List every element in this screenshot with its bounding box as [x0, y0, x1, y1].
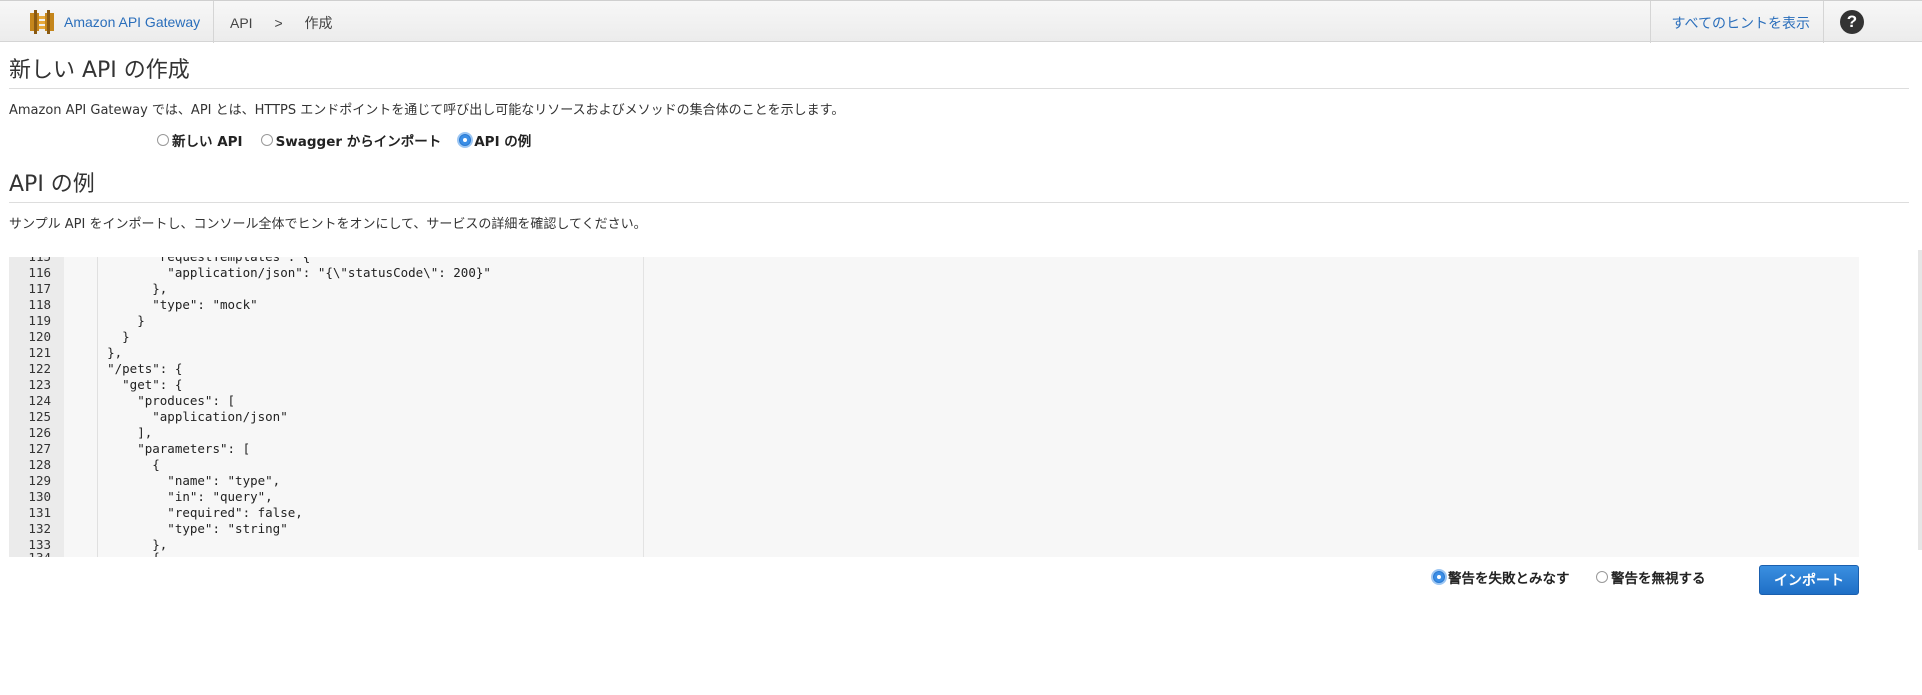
line-number: 116 [28, 265, 51, 280]
treat-warnings-as-failures-radio[interactable]: 警告を失敗とみなす [1433, 567, 1570, 587]
code-line: 132 "type": "string" [9, 521, 287, 537]
swagger-code-editor[interactable]: 115 "requestTemplates": { 116 "applicati… [9, 257, 1859, 557]
code-line: 125 "application/json" [9, 409, 287, 425]
page-description: Amazon API Gateway では、API とは、HTTPS エンドポイ… [9, 103, 845, 118]
scrollbar[interactable] [1918, 250, 1922, 550]
section-description: サンプル API をインポートし、コンソール全体でヒントをオンにして、サービスの… [9, 217, 647, 232]
example-api-radio[interactable]: API の例 [459, 130, 531, 150]
code-text: }, [77, 281, 168, 296]
partial-line: 115 "requestTemplates": { [9, 257, 310, 265]
code-text: "required": false, [77, 505, 303, 520]
breadcrumb-separator: > [274, 15, 283, 31]
code-line: 120 } [9, 329, 129, 345]
divider [1650, 1, 1651, 43]
code-text: "get": { [77, 377, 183, 392]
code-text: } [77, 329, 130, 344]
line-number: 121 [28, 345, 51, 360]
top-navigation-bar: Amazon API Gateway API > 作成 すべてのヒントを表示 ? [0, 0, 1922, 43]
brand-name: Amazon API Gateway [64, 14, 201, 30]
radio-selected-icon[interactable] [459, 134, 472, 146]
code-text: "application/json": "{\"statusCode\": 20… [77, 265, 491, 280]
radio-circle-icon[interactable] [1596, 571, 1608, 583]
breadcrumb-create: 作成 [304, 15, 333, 31]
divider [9, 202, 1909, 203]
partial-line: 134 { [9, 550, 159, 557]
code-line: 124 "produces": [ [9, 393, 235, 409]
line-number: 117 [28, 281, 51, 296]
swagger-import-label: Swagger からインポート [275, 134, 442, 150]
divider [1823, 1, 1824, 43]
new-api-radio[interactable]: 新しい API [157, 130, 243, 150]
code-text: ], [77, 425, 153, 440]
code-line: 126 ], [9, 425, 152, 441]
new-api-label: 新しい API [172, 134, 243, 150]
line-number: 130 [28, 489, 51, 504]
divider [213, 1, 214, 43]
code-line: 119 } [9, 313, 144, 329]
print-margin [643, 257, 644, 557]
divider [9, 88, 1909, 89]
radio-circle-icon[interactable] [260, 134, 273, 146]
line-number: 119 [28, 313, 51, 328]
line-number: 131 [28, 505, 51, 520]
ignore-warnings-label: 警告を無視する [1611, 571, 1706, 587]
code-line: 130 "in": "query", [9, 489, 272, 505]
line-number: 118 [28, 297, 51, 312]
code-line: 122 "/pets": { [9, 361, 182, 377]
line-number: 122 [28, 361, 51, 376]
help-icon[interactable]: ? [1840, 10, 1864, 34]
code-text: "produces": [ [77, 393, 236, 408]
code-line: 118 "type": "mock" [9, 297, 257, 313]
line-number: 124 [28, 393, 51, 408]
radio-circle-icon[interactable] [157, 134, 169, 146]
code-line: 128 { [9, 457, 159, 473]
code-text: { [77, 457, 160, 472]
code-line: 117 }, [9, 281, 167, 297]
code-text: "/pets": { [77, 361, 183, 376]
code-line: 116 "application/json": "{\"statusCode\"… [9, 265, 491, 281]
code-text: }, [77, 345, 123, 360]
line-number: 120 [28, 329, 51, 344]
example-api-label: API の例 [474, 134, 532, 150]
page-title: 新しい API の作成 [9, 58, 190, 83]
ignore-warnings-radio[interactable]: 警告を無視する [1596, 567, 1706, 587]
code-text: "type": "mock" [77, 297, 258, 312]
code-text: "type": "string" [77, 521, 288, 536]
code-text: "parameters": [ [77, 441, 251, 456]
code-text: } [77, 313, 145, 328]
api-gateway-logo-icon [30, 10, 54, 34]
code-line: 123 "get": { [9, 377, 182, 393]
line-number: 125 [28, 409, 51, 424]
breadcrumb-api[interactable]: API [230, 15, 253, 31]
line-number: 129 [28, 473, 51, 488]
code-text: "application/json" [77, 409, 288, 424]
line-number: 128 [28, 457, 51, 472]
breadcrumb: API > 作成 [230, 13, 351, 33]
line-number: 126 [28, 425, 51, 440]
code-text: "in": "query", [77, 489, 273, 504]
import-button[interactable]: インポート [1759, 565, 1859, 595]
line-number: 132 [28, 521, 51, 536]
line-number: 123 [28, 377, 51, 392]
line-number: 127 [28, 441, 51, 456]
brand-link[interactable]: Amazon API Gateway [30, 10, 200, 34]
radio-selected-icon[interactable] [1433, 571, 1445, 583]
code-line: 131 "required": false, [9, 505, 302, 521]
show-all-hints-link[interactable]: すべてのヒントを表示 [1672, 13, 1810, 33]
code-line: 121 }, [9, 345, 122, 361]
code-line: 129 "name": "type", [9, 473, 280, 489]
code-text: "name": "type", [77, 473, 281, 488]
section-title: API の例 [9, 172, 95, 197]
api-source-options: 新しい API Swagger からインポート API の例 [157, 130, 549, 150]
swagger-import-radio[interactable]: Swagger からインポート [260, 130, 442, 150]
treat-warnings-label: 警告を失敗とみなす [1448, 571, 1570, 587]
code-line: 127 "parameters": [ [9, 441, 250, 457]
